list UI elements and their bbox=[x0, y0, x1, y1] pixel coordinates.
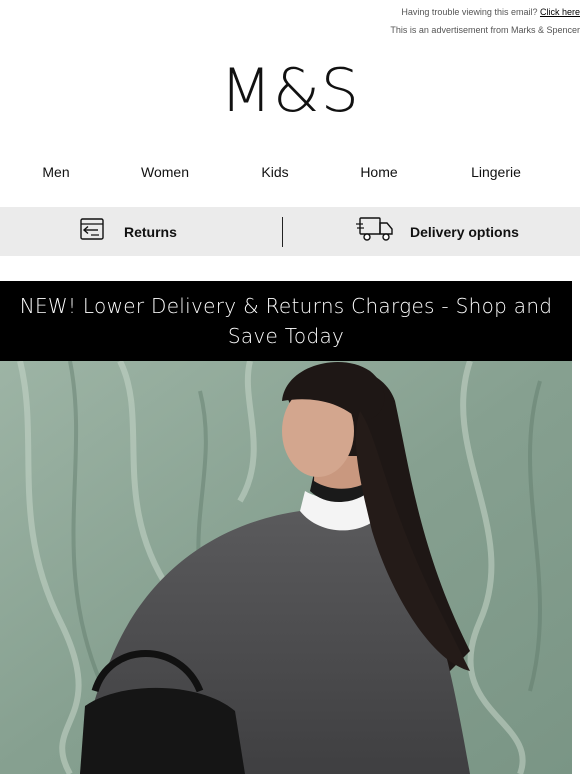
trouble-text: Having trouble viewing this email? bbox=[401, 7, 538, 17]
nav-item-men[interactable]: Men bbox=[42, 164, 69, 180]
brand-logo[interactable]: M&S bbox=[0, 56, 580, 126]
nav-item-women[interactable]: Women bbox=[141, 164, 189, 180]
delivery-options-link[interactable]: Delivery options bbox=[356, 207, 519, 256]
service-bar: Returns Delivery options bbox=[0, 207, 580, 256]
nav-item-lingerie[interactable]: Lingerie bbox=[471, 164, 521, 180]
return-box-icon bbox=[78, 217, 106, 246]
delivery-options-label: Delivery options bbox=[410, 223, 519, 240]
nav-item-kids[interactable]: Kids bbox=[261, 164, 288, 180]
returns-label: Returns bbox=[124, 223, 177, 240]
category-nav: Men Women Kids Home Lingerie bbox=[0, 164, 580, 184]
preheader-trouble-line: Having trouble viewing this email? Click… bbox=[401, 7, 580, 17]
returns-link[interactable]: Returns bbox=[78, 207, 177, 256]
promo-banner[interactable]: NEW! Lower Delivery & Returns Charges - … bbox=[0, 281, 572, 361]
click-here-link[interactable]: Click here bbox=[540, 7, 580, 17]
delivery-truck-icon bbox=[356, 215, 396, 248]
hero-image[interactable] bbox=[0, 361, 572, 774]
preheader: Having trouble viewing this email? Click… bbox=[0, 0, 580, 44]
service-divider bbox=[282, 217, 283, 247]
advertisement-notice: This is an advertisement from Marks & Sp… bbox=[390, 25, 580, 35]
nav-item-home[interactable]: Home bbox=[360, 164, 397, 180]
